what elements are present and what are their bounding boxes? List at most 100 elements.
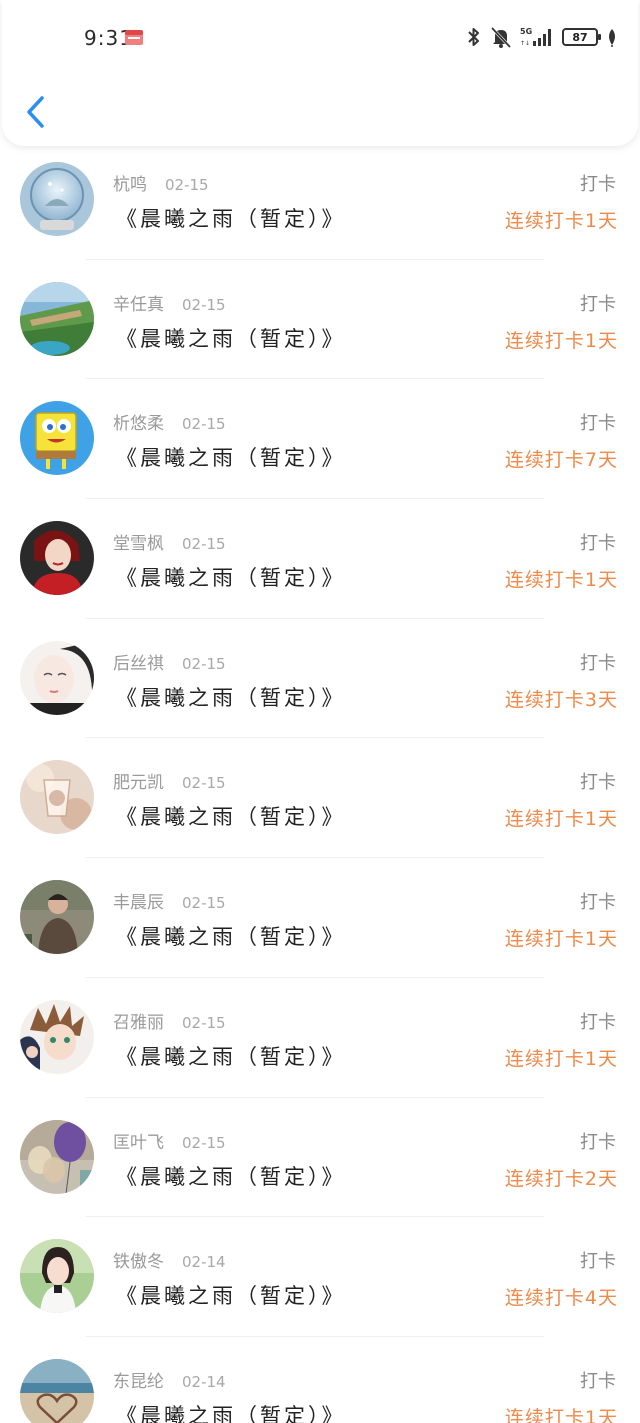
svg-text:↑↓: ↑↓ <box>520 40 530 47</box>
avatar[interactable] <box>20 401 94 476</box>
checkin-label: 打卡 <box>580 1251 616 1273</box>
streak-badge: 连续打卡1天 <box>504 569 618 592</box>
avatar-image <box>20 1119 94 1194</box>
checkin-date: 02-15 <box>182 295 226 314</box>
book-title: 《晨曦之雨（暂定）》 <box>116 1164 346 1189</box>
user-meta: 丰晨辰 02-15 <box>113 888 226 913</box>
checkin-date: 02-14 <box>182 1253 226 1272</box>
book-title: 《晨曦之雨（暂定）》 <box>116 1044 346 1069</box>
book-title: 《晨曦之雨（暂定）》 <box>116 685 346 710</box>
avatar-image <box>20 1239 94 1314</box>
notification-app-icon <box>125 30 143 45</box>
avatar[interactable] <box>20 281 94 356</box>
checkin-label: 打卡 <box>580 293 616 315</box>
checkin-label: 打卡 <box>580 533 616 555</box>
chevron-left-icon <box>27 96 44 128</box>
checkin-list: 杭鸣 02-15 《晨曦之雨（暂定）》 打卡 连续打卡1天 辛任真 02-15 《晨曦之雨（暂… <box>0 140 640 1423</box>
avatar[interactable] <box>20 760 94 835</box>
checkin-date: 02-15 <box>182 894 226 913</box>
checkin-label: 打卡 <box>580 892 616 914</box>
back-button[interactable] <box>22 92 52 132</box>
list-item[interactable]: 召雅丽 02-15 《晨曦之雨（暂定）》 打卡连续打卡1天 <box>0 978 640 1098</box>
avatar[interactable] <box>20 880 94 955</box>
user-name[interactable]: 丰晨辰 <box>113 893 164 913</box>
list-item[interactable]: 丰晨辰 02-15 《晨曦之雨（暂定）》 打卡 连续打卡1天 <box>0 858 640 978</box>
list-item[interactable]: 肥元凯 02-15 《晨曦之雨（暂定）》 打卡连续打卡1天 <box>0 738 640 859</box>
avatar-image <box>20 640 94 715</box>
streak-badge: 连续打卡1天 <box>504 329 618 352</box>
avatar[interactable] <box>20 1239 94 1314</box>
checkin-date: 02-15 <box>182 654 226 673</box>
user-meta: 匡叶飞 02-15 <box>113 1128 226 1153</box>
book-title: 《晨曦之雨（暂定）》 <box>116 805 346 830</box>
signal-5g-icon: 5G ↑↓ <box>520 27 551 47</box>
streak-badge: 连续打卡1天 <box>504 1047 618 1070</box>
checkin-date: 02-14 <box>182 1372 226 1391</box>
book-title: 《晨曦之雨（暂定）》 <box>116 446 346 471</box>
leaf-icon <box>609 29 615 47</box>
streak-badge: 连续打卡2天 <box>504 1167 618 1190</box>
user-name[interactable]: 铁傲冬 <box>113 1252 164 1272</box>
user-name[interactable]: 匡叶飞 <box>113 1133 164 1153</box>
checkin-label: 打卡 <box>580 413 616 435</box>
avatar[interactable] <box>20 1358 94 1423</box>
user-name[interactable]: 辛任真 <box>113 295 164 315</box>
user-meta: 析悠柔 02-15 <box>113 409 226 434</box>
avatar-image <box>20 281 94 356</box>
checkin-label: 打卡 <box>580 1370 616 1392</box>
svg-text:5G: 5G <box>520 27 532 36</box>
checkin-label: 打卡 <box>580 174 616 195</box>
user-meta: 堂雪枫 02-15 <box>113 529 226 554</box>
battery-level: 87 <box>572 30 588 44</box>
list-item[interactable]: 后丝祺 02-15 《晨曦之雨（暂定）》 打卡 连续打卡3天 <box>0 619 640 739</box>
list-item[interactable]: 杭鸣 02-15 《晨曦之雨（暂定）》 打卡 连续打卡1天 <box>0 140 640 260</box>
streak-badge: 连续打卡1天 <box>504 808 618 831</box>
streak-badge: 连续打卡7天 <box>504 449 618 472</box>
checkin-label: 打卡 <box>580 1011 616 1033</box>
user-meta: 辛任真 02-15 <box>113 290 226 315</box>
avatar-image <box>20 521 94 596</box>
checkin-date: 02-15 <box>182 535 226 554</box>
status-icons: 5G ↑↓ 87 <box>466 24 618 50</box>
avatar-image <box>20 401 94 476</box>
list-item[interactable]: 东昆纶 02-14 《晨曦之雨（暂定）》 打卡 连续打卡1天 <box>0 1337 640 1423</box>
avatar-image <box>20 999 94 1074</box>
avatar[interactable] <box>20 999 94 1074</box>
streak-badge: 连续打卡1天 <box>504 1406 618 1423</box>
avatar[interactable] <box>20 1119 94 1194</box>
user-name[interactable]: 堂雪枫 <box>113 534 164 554</box>
user-meta: 杭鸣 02-15 <box>113 170 209 195</box>
user-name[interactable]: 析悠柔 <box>113 414 164 434</box>
avatar-image <box>20 760 94 835</box>
list-item[interactable]: 铁傲冬 02-14 《晨曦之雨（暂定）》 打卡 连续打卡4天 <box>0 1217 640 1337</box>
checkin-label: 打卡 <box>580 772 616 794</box>
list-item[interactable]: 辛任真 02-15 《晨曦之雨（暂定）》 打卡连续打卡1天 <box>0 260 640 380</box>
user-name[interactable]: 后丝祺 <box>113 654 164 674</box>
user-meta: 东昆纶 02-14 <box>113 1367 226 1392</box>
user-meta: 铁傲冬 02-14 <box>113 1247 226 1272</box>
checkin-date: 02-15 <box>165 176 209 194</box>
user-name[interactable]: 召雅丽 <box>113 1013 164 1033</box>
bluetooth-icon <box>468 28 479 46</box>
book-title: 《晨曦之雨（暂定）》 <box>116 326 346 351</box>
checkin-date: 02-15 <box>182 1133 226 1152</box>
list-item[interactable]: 堂雪枫 02-15 《晨曦之雨（暂定）》 打卡连续打卡1天 <box>0 499 640 619</box>
user-name[interactable]: 杭鸣 <box>113 175 147 195</box>
user-name[interactable]: 东昆纶 <box>113 1372 164 1392</box>
avatar[interactable] <box>20 521 94 596</box>
mute-bell-icon <box>490 26 512 49</box>
checkin-date: 02-15 <box>182 1013 226 1032</box>
user-meta: 召雅丽 02-15 <box>113 1008 226 1033</box>
book-title: 《晨曦之雨（暂定）》 <box>116 1284 346 1309</box>
checkin-date: 02-15 <box>182 774 226 793</box>
book-title: 《晨曦之雨（暂定）》 <box>116 566 346 591</box>
streak-badge: 连续打卡3天 <box>504 688 618 711</box>
status-bar: 9:31 5G ↑↓ 87 <box>2 0 638 70</box>
avatar[interactable] <box>20 640 94 715</box>
checkin-label: 打卡 <box>580 1131 616 1153</box>
avatar[interactable] <box>20 162 94 236</box>
list-item[interactable]: 匡叶飞 02-15 《晨曦之雨（暂定）》 打卡连续打卡2天 <box>0 1098 640 1218</box>
list-item[interactable]: 析悠柔 02-15 《晨曦之雨（暂定）》 打卡连续打卡7天 <box>0 379 640 500</box>
user-name[interactable]: 肥元凯 <box>113 773 164 793</box>
checkin-date: 02-15 <box>182 415 226 434</box>
